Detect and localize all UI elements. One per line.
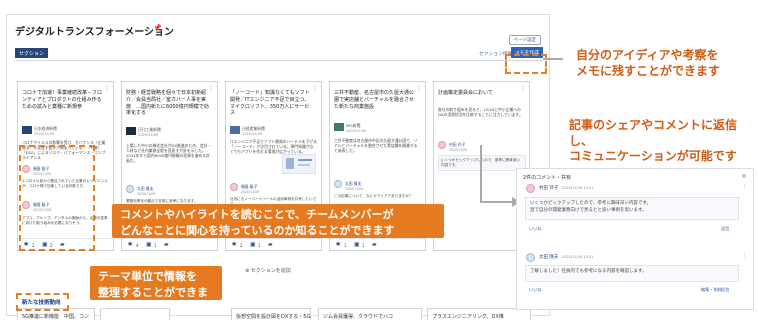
tab-item-2[interactable] [59,48,67,58]
section-tab-bar: セクション セクション情報 メモを作成 [15,47,543,61]
share-annotation: 記事のシェアやコメントに返信し、 コミュニケーションが可能です [569,118,738,164]
star-count: 4 [136,243,139,248]
star-count: 1 [344,243,347,248]
card-summary: ITエンジニア不足でソフト開発のハードルを下げる「ノーコード」が注目されている。… [230,139,317,155]
page-settings-button[interactable]: ページ設定 [508,35,541,45]
card-title[interactable]: 財務・経営戦略を個々で日本初新紹介／会員当局社／室カバー人事を実施 …国内新たに… [126,90,210,117]
comment-count: 1 [258,243,261,248]
article-thumbnail [282,154,316,174]
card-date: 2020/11/09 [242,132,263,136]
pin-icon[interactable]: 📌 [153,24,162,32]
reply-button[interactable]: 返信 [721,226,729,232]
publisher-logo [230,126,240,134]
publisher-logo [126,127,136,135]
comment-timestamp: 2020/11/18 13:31 [562,186,594,190]
comment-icon[interactable]: ▣ [250,241,256,248]
comment-arrow-vertical [480,145,482,203]
more-icon[interactable]: ⋮ [742,184,747,190]
card-title[interactable]: 三井不動産、名古屋市の久屋大通公園で実店舗とバーチャルを融合させた新たな商業施設 [334,90,418,110]
bookmark-icon[interactable]: ▰ [268,241,273,248]
edit-delete-button[interactable]: 編集・削除 [701,287,722,293]
screenshot-stage: デジタルトランスフォーメーション 📌 ページ設定 セクション セクション情報 メ… [0,0,758,320]
bottom-card-title: 5G推進に新機能 中国、コン [22,314,90,320]
avatar [230,183,238,191]
comment-date: 2020/11/09 [345,187,364,191]
more-icon[interactable]: ⋮ [742,253,747,259]
memo-annotation: 自分のアイディアや考察を メモに残すことができます [576,48,721,78]
bookmark-icon[interactable]: ▰ [164,241,169,248]
tab-item-3[interactable] [83,48,91,58]
comment-bubble: いくつかピックアップしたので、参考に興味深い内容です。 混で自分の開発業務向けで… [525,197,739,220]
comment-count: 1 [154,243,157,248]
memo-button-outline [505,54,547,74]
comment-icon[interactable]: ▣ [146,241,152,248]
comment-author: 村田 玲子 [539,186,559,191]
comment-date: 2020/11/09 [241,190,260,194]
comment-timestamp: 2020/11/18 13:31 [562,255,594,259]
comment-count: 1 [362,243,365,248]
bottom-card-title: ジム会員獲得、クラウドでハコ [323,314,394,320]
card-date: 2020/11/09 [138,133,159,137]
star-icon[interactable]: ★ [231,240,237,248]
comment-bubble: 了解しました！社員内でも参考になる内容を確認します。 [525,265,739,282]
avatar [526,184,535,193]
comment-panel-title: 2件のコメント・共有 [523,175,572,181]
card-summary: 三井不動産は名古屋市中区の久屋大通公園で、リアルとバーチャルを融合させた実店舗を… [334,138,418,154]
read-annotation: コメントやハイライトを読むことで、チームメンバーが どんなことに関心を持っている… [112,204,444,238]
avatar [126,185,134,193]
add-section-label: セクションを追加 [250,268,291,274]
close-icon[interactable]: × [741,172,747,180]
card-title[interactable]: 「ノーコード」知識なくてもソフト開発／ITエンジニア不足で目立つ、マイクロソフト… [230,90,314,117]
star-count: 2 [240,243,243,248]
avatar [334,180,342,188]
star-icon[interactable]: ★ [127,240,133,248]
card-date: 2020/11/09 [346,129,367,133]
reply-button[interactable]: 返信 [721,287,729,293]
bottom-card-title: プラスエンジニアリング、DX推 [432,314,504,320]
bottom-article-card[interactable] [100,308,170,320]
add-section-button[interactable]: ⊕ セクションを追加 [245,267,291,274]
comment-panel: 2件のコメント・共有 × 村田 玲子 2020/11/18 13:31 ⋮ いく… [516,168,754,310]
card-footer: ★ 1 ▣ 1 ▰ [330,238,425,250]
star-icon[interactable]: ★ [335,240,341,248]
card-date: 2020/11/09 [34,132,55,136]
avatar [526,253,535,262]
tab-section[interactable]: セクション [15,48,49,58]
comment-icon[interactable]: ▣ [354,241,360,248]
publisher-logo [22,126,32,134]
memo-title[interactable]: 計画策定委員会において [438,90,522,97]
bottom-article-card[interactable]: 仮想空間を設計図をDXする・5G [231,308,311,320]
like-button[interactable]: いいね [529,226,542,232]
main-panel: デジタルトランスフォーメーション 📌 ページ設定 セクション セクション情報 メ… [6,14,550,320]
memo-body: 各社の取り組みを見ると、12/20に中小企業へのDXの浸透状況を比較することに注… [438,107,523,118]
comment-body: いくつかピックアップしたので、参考に興味深い内容です。 [438,155,526,171]
theme-annotation: テーマ単位で情報を 整理することができます [90,266,222,315]
comment-arrow-horizontal [480,201,514,203]
card-title[interactable]: コロナで加速！事業継続改革－フロンティアとプロダクトの仕組み作るための試みと業種… [22,90,106,110]
comment-author: 太田 隆夫 [539,255,559,260]
like-button[interactable]: いいね [529,287,542,293]
comment-date: 2020/11/09 [137,192,156,196]
avatar [438,141,446,149]
comment-date: 2020/11/09 [449,148,468,152]
publisher-logo [334,123,344,131]
card-footer: ★ 2 ▣ 1 ▰ [226,238,321,250]
page-title: デジタルトランスフォーメーション [15,27,174,38]
comment-highlight-outline [19,145,95,251]
bottom-card-title: 仮想空間を設計図をDXする・5G [236,314,311,320]
comment-body: この記事について、なにかアイデアありますか？ [334,194,413,198]
memo-arrow [543,58,563,60]
card-footer: ★ 4 ▣ 1 ▰ [122,238,217,250]
bottom-article-card[interactable]: ジム会員獲得、クラウドでハコ [318,308,422,320]
section-title-outline [16,293,69,311]
bookmark-icon[interactable]: ▰ [372,241,377,248]
card-summary: 上場した中小の株式会社がDX推進のため、会計・人材など社内業務全般を見直す方針を… [126,143,212,164]
